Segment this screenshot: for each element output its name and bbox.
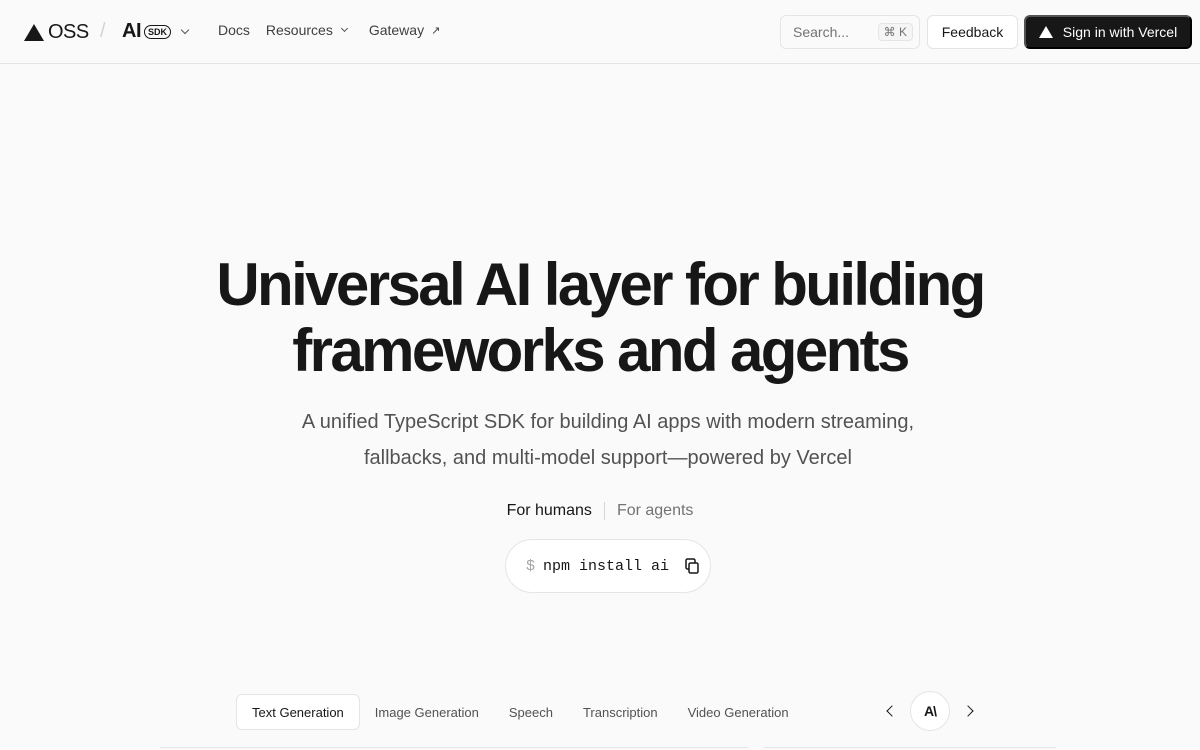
- external-link-icon: ↗: [431, 24, 441, 37]
- nav-gateway-label: Gateway: [368, 22, 425, 38]
- nav-resources-label: Resources: [265, 22, 333, 38]
- hero-title-line2: frameworks and agents: [292, 317, 910, 384]
- tab-video-generation[interactable]: Video Generation: [673, 694, 804, 730]
- nav-docs[interactable]: Docs: [218, 22, 250, 38]
- next-button[interactable]: [958, 691, 982, 731]
- search-placeholder: Search...: [793, 24, 850, 40]
- breadcrumb-separator: /: [100, 20, 106, 42]
- product-label: AI: [122, 20, 142, 42]
- tab-for-agents[interactable]: For agents: [617, 502, 693, 520]
- chevron-down-icon: [180, 25, 190, 35]
- previous-button[interactable]: [878, 691, 902, 731]
- chevron-down-icon: [340, 24, 348, 33]
- product-switcher[interactable]: AI SDK: [122, 20, 190, 43]
- signin-button[interactable]: Sign in with Vercel: [1024, 15, 1192, 49]
- tab-speech[interactable]: Speech: [494, 694, 568, 730]
- feedback-button[interactable]: Feedback: [927, 15, 1018, 49]
- install-command-box: $ npm install ai: [505, 539, 711, 593]
- anthropic-icon[interactable]: A\: [910, 691, 950, 731]
- tab-transcription[interactable]: Transcription: [568, 694, 673, 730]
- sdk-badge: SDK: [144, 24, 172, 39]
- tab-for-humans[interactable]: For humans: [507, 502, 605, 520]
- main-nav: Docs Resources Gateway ↗: [218, 22, 440, 38]
- hero-subtitle-line2: fallbacks, and multi-model support—power…: [363, 447, 853, 469]
- hero-subtitle-line1: A unified TypeScript SDK for building AI…: [301, 411, 915, 433]
- hero-title-line1: Universal AI layer for building: [216, 251, 986, 318]
- shell-prompt: $: [526, 557, 536, 575]
- site-header: OSS / AI SDK Docs Resources Gateway ↗ Se…: [0, 0, 1200, 64]
- search-shortcut: ⌘ K: [877, 23, 913, 41]
- brand-label: OSS: [48, 20, 89, 43]
- nav-resources[interactable]: Resources: [265, 22, 348, 38]
- audience-toggle: For humans For agents: [0, 502, 1200, 520]
- provider-carousel: A\: [878, 691, 982, 731]
- hero-subtitle: A unified TypeScript SDK for building AI…: [280, 404, 936, 476]
- vercel-triangle-icon: [1038, 26, 1053, 38]
- vercel-triangle-icon: [24, 23, 44, 41]
- install-command: npm install ai: [543, 557, 670, 575]
- chevron-right-icon: [962, 705, 974, 717]
- oss-logo[interactable]: OSS: [24, 20, 89, 44]
- tab-text-generation[interactable]: Text Generation: [236, 694, 360, 730]
- copy-icon[interactable]: [683, 557, 701, 575]
- feature-tabs: Text Generation Image Generation Speech …: [236, 694, 804, 730]
- signin-label: Sign in with Vercel: [1062, 24, 1178, 40]
- search-input[interactable]: Search... ⌘ K: [780, 15, 920, 49]
- chevron-left-icon: [886, 705, 898, 717]
- tab-image-generation[interactable]: Image Generation: [360, 694, 494, 730]
- nav-gateway[interactable]: Gateway ↗: [369, 22, 440, 38]
- hero-title: Universal AI layer for building framewor…: [0, 252, 1200, 384]
